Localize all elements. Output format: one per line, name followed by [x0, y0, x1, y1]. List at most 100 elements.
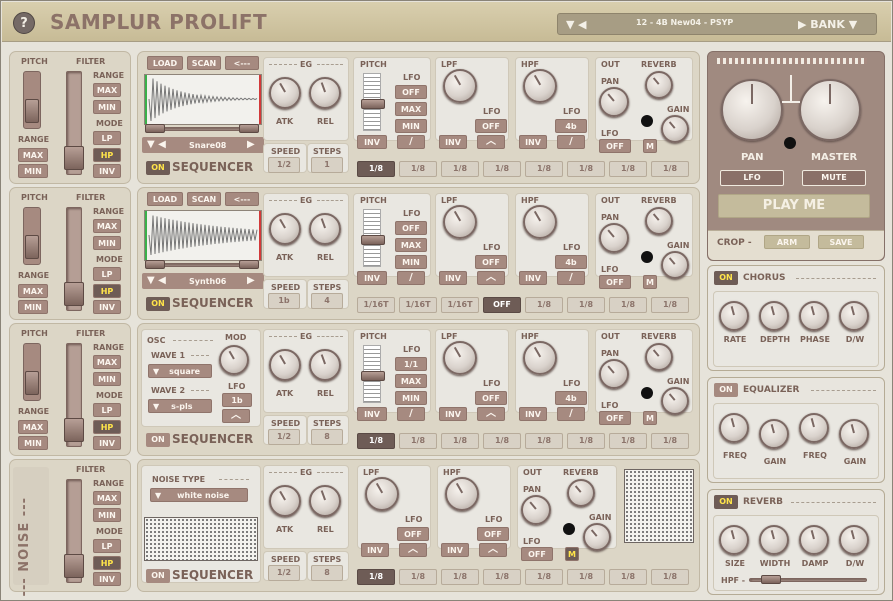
- ch3-wave1-dropdown[interactable]: ▼ square: [148, 364, 212, 378]
- ch4-lpf-lfo-value[interactable]: OFF: [397, 527, 429, 541]
- ch2-speed-value[interactable]: 1b: [268, 293, 300, 309]
- ch3-speed-value[interactable]: 1/2: [268, 429, 300, 445]
- ch2-out-lfo-value[interactable]: OFF: [599, 275, 631, 289]
- ch2-pitch-fader[interactable]: [25, 235, 39, 259]
- ch2-filter-min-button[interactable]: MIN: [93, 236, 121, 250]
- ch2-pitch-lfo-value[interactable]: OFF: [395, 221, 427, 235]
- ch3-step-8[interactable]: 1/8: [651, 433, 689, 449]
- ch1-step-8[interactable]: 1/8: [651, 161, 689, 177]
- ch3-lpf-lfo-value[interactable]: OFF: [475, 391, 507, 405]
- ch2-atk-knob[interactable]: [269, 213, 301, 245]
- ch2-pitch-min-button[interactable]: MIN: [395, 255, 427, 269]
- bank-prev-button[interactable]: ▼ ◀: [566, 18, 586, 31]
- ch3-pitch-slider[interactable]: [361, 371, 385, 381]
- ch4-rel-knob[interactable]: [309, 485, 341, 517]
- chorus-knob-3[interactable]: [799, 301, 829, 331]
- ch1-hpf-lfo-shape[interactable]: /: [557, 135, 585, 149]
- ch4-atk-knob[interactable]: [269, 485, 301, 517]
- ch3-out-reverb-knob[interactable]: [645, 343, 673, 371]
- ch3-pitch-max-button[interactable]: MAX: [395, 374, 427, 388]
- ch1-crop-start[interactable]: [145, 124, 165, 133]
- ch1-hpf-lfo-value[interactable]: 4b: [555, 119, 587, 133]
- ch4-filter-hp-button[interactable]: HP: [93, 556, 121, 570]
- ch3-steps-value[interactable]: 8: [311, 429, 343, 445]
- ch1-range-max-button[interactable]: MAX: [18, 148, 48, 162]
- equalizer-knob-1[interactable]: [719, 413, 749, 443]
- ch4-filter-inv-button[interactable]: INV: [93, 572, 121, 586]
- ch4-step-1[interactable]: 1/8: [357, 569, 395, 585]
- ch2-pitch-lfo-shape[interactable]: /: [397, 271, 425, 285]
- play-button[interactable]: PLAY ME: [718, 194, 870, 218]
- ch3-atk-knob[interactable]: [269, 349, 301, 381]
- ch1-lpf-inv-button[interactable]: INV: [439, 135, 467, 149]
- pan-knob[interactable]: [721, 79, 783, 141]
- ch1-filter-fader[interactable]: [64, 146, 84, 170]
- ch4-hpf-lfo-shape[interactable]: ︿: [479, 543, 507, 557]
- ch1-pitch-fader[interactable]: [25, 99, 39, 123]
- arm-button[interactable]: ARM: [764, 235, 810, 249]
- ch3-hpf-knob[interactable]: [523, 341, 557, 375]
- ch3-pitch-min-button[interactable]: MIN: [395, 391, 427, 405]
- ch4-lpf-lfo-shape[interactable]: ︿: [399, 543, 427, 557]
- ch3-wave2-dropdown[interactable]: ▼ s-pls: [148, 399, 212, 413]
- ch1-atk-knob[interactable]: [269, 77, 301, 109]
- ch1-steps-value[interactable]: 1: [311, 157, 343, 173]
- ch3-step-5[interactable]: 1/8: [525, 433, 563, 449]
- ch4-step-4[interactable]: 1/8: [483, 569, 521, 585]
- ch3-filter-lp-button[interactable]: LP: [93, 403, 121, 417]
- ch3-pitch-lfo-value[interactable]: 1/1: [395, 357, 427, 371]
- equalizer-on-button[interactable]: ON: [714, 383, 738, 397]
- ch1-pitch-slider[interactable]: [361, 99, 385, 109]
- ch2-crop-start[interactable]: [145, 260, 165, 269]
- ch2-filter-max-button[interactable]: MAX: [93, 219, 121, 233]
- ch1-filter-inv-button[interactable]: INV: [93, 164, 121, 178]
- ch3-mod-lfo-value[interactable]: 1b: [222, 393, 252, 407]
- mute-button[interactable]: MUTE: [802, 170, 866, 186]
- ch1-step-4[interactable]: 1/8: [483, 161, 521, 177]
- ch2-pitch-inv-button[interactable]: INV: [357, 271, 387, 285]
- reverb-hpf-thumb[interactable]: [761, 575, 781, 584]
- ch1-filter-max-button[interactable]: MAX: [93, 83, 121, 97]
- ch3-step-6[interactable]: 1/8: [567, 433, 605, 449]
- ch4-step-7[interactable]: 1/8: [609, 569, 647, 585]
- bank-next-button[interactable]: ▶ BANK ▼: [798, 18, 857, 31]
- ch4-out-m-button[interactable]: M: [565, 547, 579, 561]
- reverb-knob-2[interactable]: [759, 525, 789, 555]
- ch2-lpf-lfo-shape[interactable]: ︿: [477, 271, 505, 285]
- ch1-hpf-knob[interactable]: [523, 69, 557, 103]
- reverb-knob-4[interactable]: [839, 525, 869, 555]
- chorus-knob-4[interactable]: [839, 301, 869, 331]
- equalizer-knob-4[interactable]: [839, 419, 869, 449]
- reverb-knob-3[interactable]: [799, 525, 829, 555]
- ch1-step-7[interactable]: 1/8: [609, 161, 647, 177]
- ch1-step-3[interactable]: 1/8: [441, 161, 479, 177]
- ch2-pitch-slider[interactable]: [361, 235, 385, 245]
- ch3-lpf-inv-button[interactable]: INV: [439, 407, 467, 421]
- ch3-lpf-knob[interactable]: [443, 341, 477, 375]
- ch1-pitch-min-button[interactable]: MIN: [395, 119, 427, 133]
- ch3-range-max-button[interactable]: MAX: [18, 420, 48, 434]
- ch3-out-pan-knob[interactable]: [599, 359, 629, 389]
- ch1-step-5[interactable]: 1/8: [525, 161, 563, 177]
- ch3-step-7[interactable]: 1/8: [609, 433, 647, 449]
- ch1-filter-hp-button[interactable]: HP: [93, 148, 121, 162]
- ch2-lpf-knob[interactable]: [443, 205, 477, 239]
- ch2-lpf-inv-button[interactable]: INV: [439, 271, 467, 285]
- ch4-step-6[interactable]: 1/8: [567, 569, 605, 585]
- ch1-step-1[interactable]: 1/8: [357, 161, 395, 177]
- ch1-filter-min-button[interactable]: MIN: [93, 100, 121, 114]
- ch2-step-8[interactable]: 1/8: [651, 297, 689, 313]
- ch1-pitch-inv-button[interactable]: INV: [357, 135, 387, 149]
- ch2-filter-inv-button[interactable]: INV: [93, 300, 121, 314]
- ch4-out-reverb-knob[interactable]: [567, 479, 595, 507]
- ch3-out-gain-knob[interactable]: [661, 387, 689, 415]
- ch1-speed-value[interactable]: 1/2: [268, 157, 300, 173]
- ch2-step-5[interactable]: 1/8: [525, 297, 563, 313]
- ch1-hpf-inv-button[interactable]: INV: [519, 135, 547, 149]
- ch4-lpf-inv-button[interactable]: INV: [361, 543, 389, 557]
- ch1-out-reverb-knob[interactable]: [645, 71, 673, 99]
- ch1-pitch-lfo-value[interactable]: OFF: [395, 85, 427, 99]
- master-lfo-button[interactable]: LFO: [720, 170, 784, 186]
- ch1-pitch-lfo-shape[interactable]: /: [397, 135, 425, 149]
- ch2-filter-fader[interactable]: [64, 282, 84, 306]
